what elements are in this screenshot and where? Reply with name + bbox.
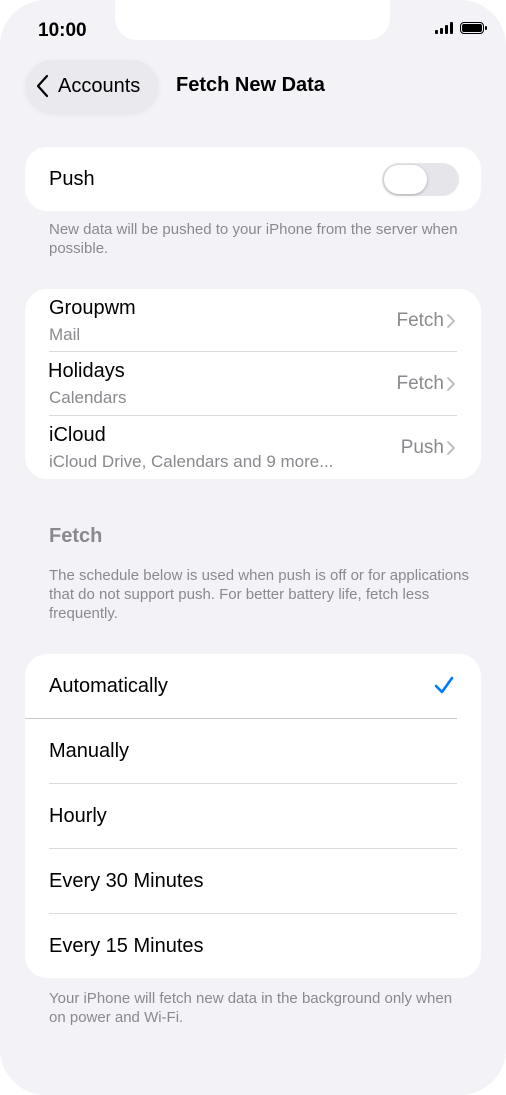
account-value-text: Fetch bbox=[396, 310, 444, 331]
status-icons bbox=[435, 22, 487, 34]
option-label: Manually bbox=[49, 740, 130, 762]
account-value-text: Fetch bbox=[396, 373, 444, 394]
status-time: 10:00 bbox=[38, 20, 87, 41]
accounts-card: Groupwm Mail Fetch Holidays Calendars Fe… bbox=[25, 289, 481, 479]
account-row-icloud[interactable]: iCloud iCloud Drive, Calendars and 9 mor… bbox=[25, 416, 481, 479]
fetch-section-title: Fetch bbox=[49, 525, 103, 547]
fetch-note: The schedule below is used when push is … bbox=[49, 567, 469, 622]
option-label: Automatically bbox=[49, 675, 168, 697]
account-name: iCloud bbox=[49, 424, 106, 446]
chevron-right-icon bbox=[447, 441, 455, 455]
account-name: Holidays bbox=[48, 360, 125, 382]
chevron-right-icon bbox=[447, 377, 455, 391]
account-row-holidays[interactable]: Holidays Calendars Fetch bbox=[25, 352, 481, 415]
option-every-15-minutes[interactable]: Every 15 Minutes bbox=[25, 914, 481, 978]
page-title: Fetch New Data bbox=[176, 74, 325, 96]
option-manually[interactable]: Manually bbox=[25, 719, 481, 783]
account-value-text: Push bbox=[400, 437, 444, 458]
account-detail: Mail bbox=[49, 325, 81, 344]
account-detail: Calendars bbox=[49, 388, 127, 407]
checkmark-icon bbox=[434, 676, 454, 694]
chevron-right-icon bbox=[447, 314, 455, 328]
cellular-signal-icon bbox=[435, 22, 453, 34]
back-button-label: Accounts bbox=[58, 74, 141, 97]
option-hourly[interactable]: Hourly bbox=[25, 784, 481, 848]
fetch-footer-note: Your iPhone will fetch new data in the b… bbox=[49, 990, 453, 1026]
account-name: Groupwm bbox=[49, 297, 136, 319]
option-label: Every 30 Minutes bbox=[49, 870, 204, 892]
toggle-knob bbox=[384, 165, 427, 194]
fetch-options-card: Automatically Manually Hourly Every 30 M… bbox=[25, 654, 481, 978]
account-fetch-value: Fetch bbox=[396, 310, 456, 332]
account-detail: iCloud Drive, Calendars and 9 more... bbox=[49, 452, 334, 471]
push-label: Push bbox=[49, 168, 95, 190]
account-row-groupwm[interactable]: Groupwm Mail Fetch bbox=[25, 289, 481, 352]
option-label: Every 15 Minutes bbox=[49, 935, 204, 957]
chevron-left-icon bbox=[36, 74, 49, 98]
push-note: New data will be pushed to your iPhone f… bbox=[49, 221, 458, 257]
account-fetch-value: Fetch bbox=[396, 373, 456, 395]
back-button[interactable]: Accounts bbox=[26, 60, 158, 112]
option-label: Hourly bbox=[49, 805, 107, 827]
option-every-30-minutes[interactable]: Every 30 Minutes bbox=[25, 849, 481, 913]
push-card: Push bbox=[25, 147, 481, 211]
dynamic-notch bbox=[115, 0, 390, 40]
push-toggle[interactable] bbox=[382, 163, 459, 196]
phone-screen: 10:00 Accounts Fetch New Data Push New d… bbox=[0, 0, 506, 1095]
account-push-value: Push bbox=[401, 437, 456, 459]
option-automatically[interactable]: Automatically bbox=[25, 654, 481, 718]
battery-icon bbox=[460, 22, 487, 34]
